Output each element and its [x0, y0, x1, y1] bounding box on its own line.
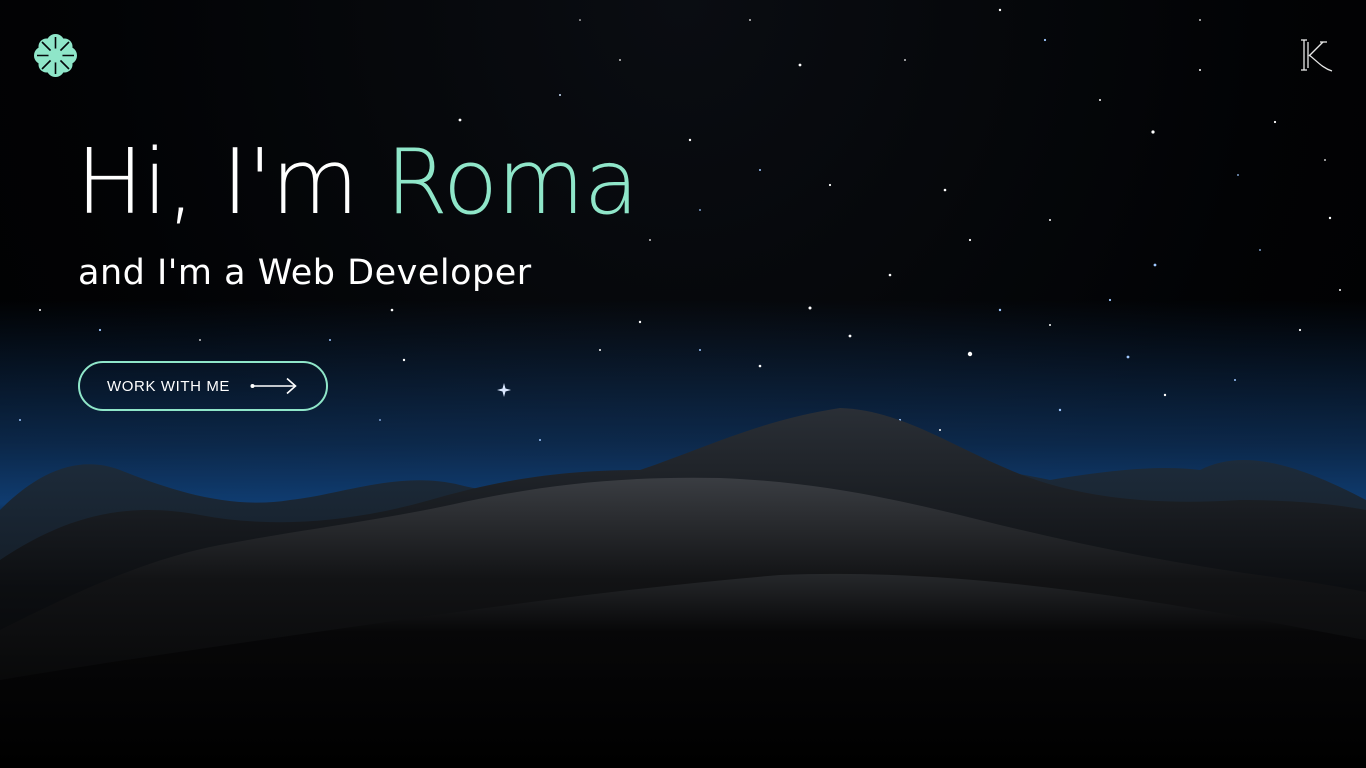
hero-subtitle: and I'm a Web Developer — [78, 253, 532, 293]
greeting-text: Hi, I'm — [76, 130, 386, 235]
arrow-right-icon — [250, 377, 297, 395]
work-with-me-label: WORK WITH ME — [107, 377, 231, 395]
name-text: Roma — [385, 130, 638, 235]
work-with-me-button[interactable]: WORK WITH ME — [78, 361, 328, 411]
k-monogram-icon[interactable] — [1296, 36, 1336, 76]
hero-title: Hi, I'm Roma — [76, 128, 639, 238]
flower-badge-icon[interactable] — [33, 33, 78, 78]
hero-page: Hi, I'm Roma and I'm a Web Developer WOR… — [0, 0, 1366, 768]
